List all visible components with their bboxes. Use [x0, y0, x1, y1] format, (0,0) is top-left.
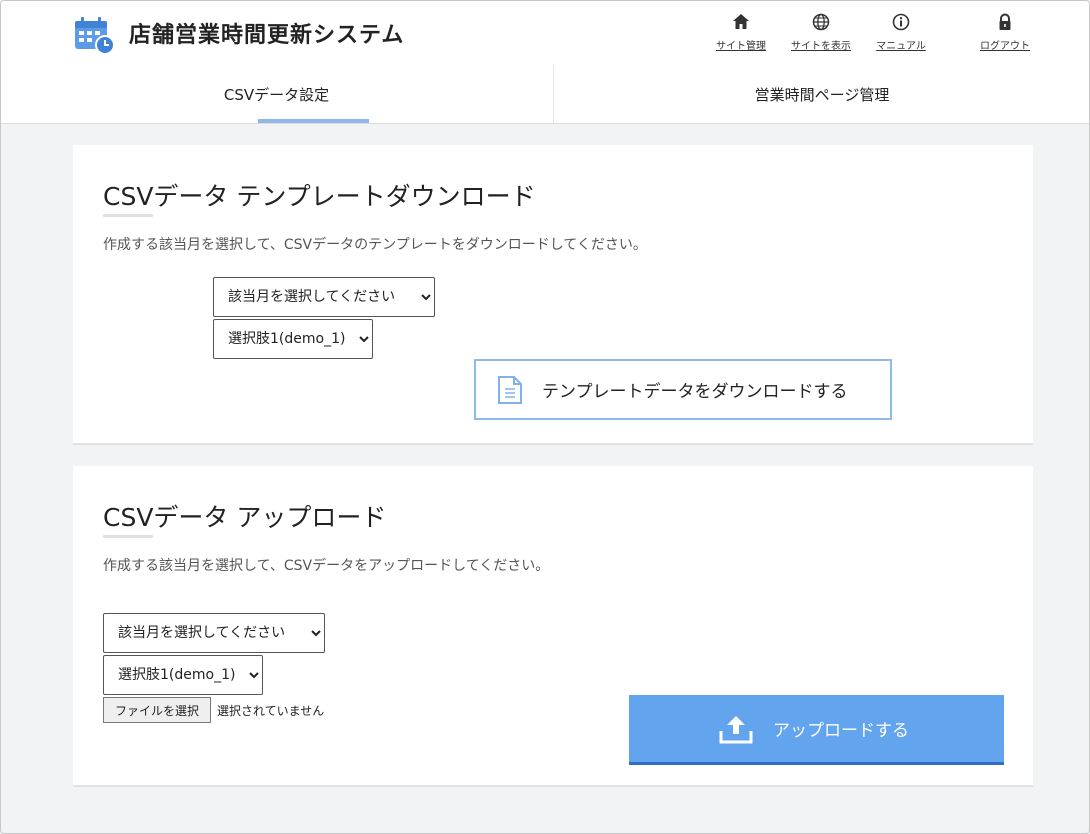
nav-site-admin-label: サイト管理: [716, 41, 766, 52]
nav-logout-label: ログアウト: [980, 41, 1030, 52]
lock-icon: [999, 13, 1011, 30]
nav-view-site-label: サイトを表示: [791, 41, 851, 52]
app-window: 店舗営業時間更新システム サイト管理 サイトを表示 マニュアル ログアウト CS…: [0, 0, 1090, 834]
download-template-label: テンプレートデータをダウンロードする: [542, 382, 848, 402]
upload-description: 作成する該当月を選択して、CSVデータをアップロードしてください。: [103, 558, 550, 574]
upload-icon: [719, 715, 753, 743]
home-icon: [733, 14, 749, 29]
file-choose-button[interactable]: ファイルを選択: [103, 697, 211, 723]
download-option-select[interactable]: 選択肢1(demo_1): [213, 319, 373, 359]
nav-manual[interactable]: マニュアル: [871, 13, 931, 52]
tab-bar: CSVデータ設定 営業時間ページ管理: [1, 65, 1089, 124]
nav-view-site[interactable]: サイトを表示: [785, 13, 857, 52]
upload-button[interactable]: アップロードする: [629, 695, 1004, 765]
tab-csv-settings[interactable]: CSVデータ設定: [1, 65, 552, 123]
download-template-button[interactable]: テンプレートデータをダウンロードする: [474, 359, 892, 420]
upload-month-select[interactable]: 該当月を選択してください: [103, 613, 325, 653]
upload-button-label: アップロードする: [773, 721, 909, 741]
document-icon: [498, 375, 522, 404]
tab-hours-page-management[interactable]: 営業時間ページ管理: [553, 65, 1089, 123]
nav-manual-label: マニュアル: [876, 41, 926, 52]
download-title-rule: [103, 214, 153, 217]
file-status-text: 選択されていません: [217, 704, 325, 718]
active-tab-indicator: [258, 119, 369, 123]
header: 店舗営業時間更新システム サイト管理 サイトを表示 マニュアル ログアウト: [1, 1, 1089, 66]
upload-option-select[interactable]: 選択肢1(demo_1): [103, 655, 263, 695]
app-title: 店舗営業時間更新システム: [129, 23, 405, 48]
download-description: 作成する該当月を選択して、CSVデータのテンプレートをダウンロードしてください。: [103, 237, 647, 253]
upload-title-rule: [103, 535, 153, 538]
upload-title: CSVデータ アップロード: [103, 503, 387, 532]
nav-site-admin[interactable]: サイト管理: [712, 13, 770, 52]
globe-icon: [812, 13, 830, 31]
download-card: CSVデータ テンプレートダウンロード 作成する該当月を選択して、CSVデータの…: [73, 145, 1033, 445]
download-title: CSVデータ テンプレートダウンロード: [103, 182, 536, 211]
calendar-clock-icon: [73, 15, 115, 55]
nav-logout[interactable]: ログアウト: [974, 13, 1036, 52]
upload-card: CSVデータ アップロード 作成する該当月を選択して、CSVデータをアップロード…: [73, 466, 1033, 787]
info-icon: [892, 13, 910, 31]
download-month-select[interactable]: 該当月を選択してください: [213, 277, 435, 317]
